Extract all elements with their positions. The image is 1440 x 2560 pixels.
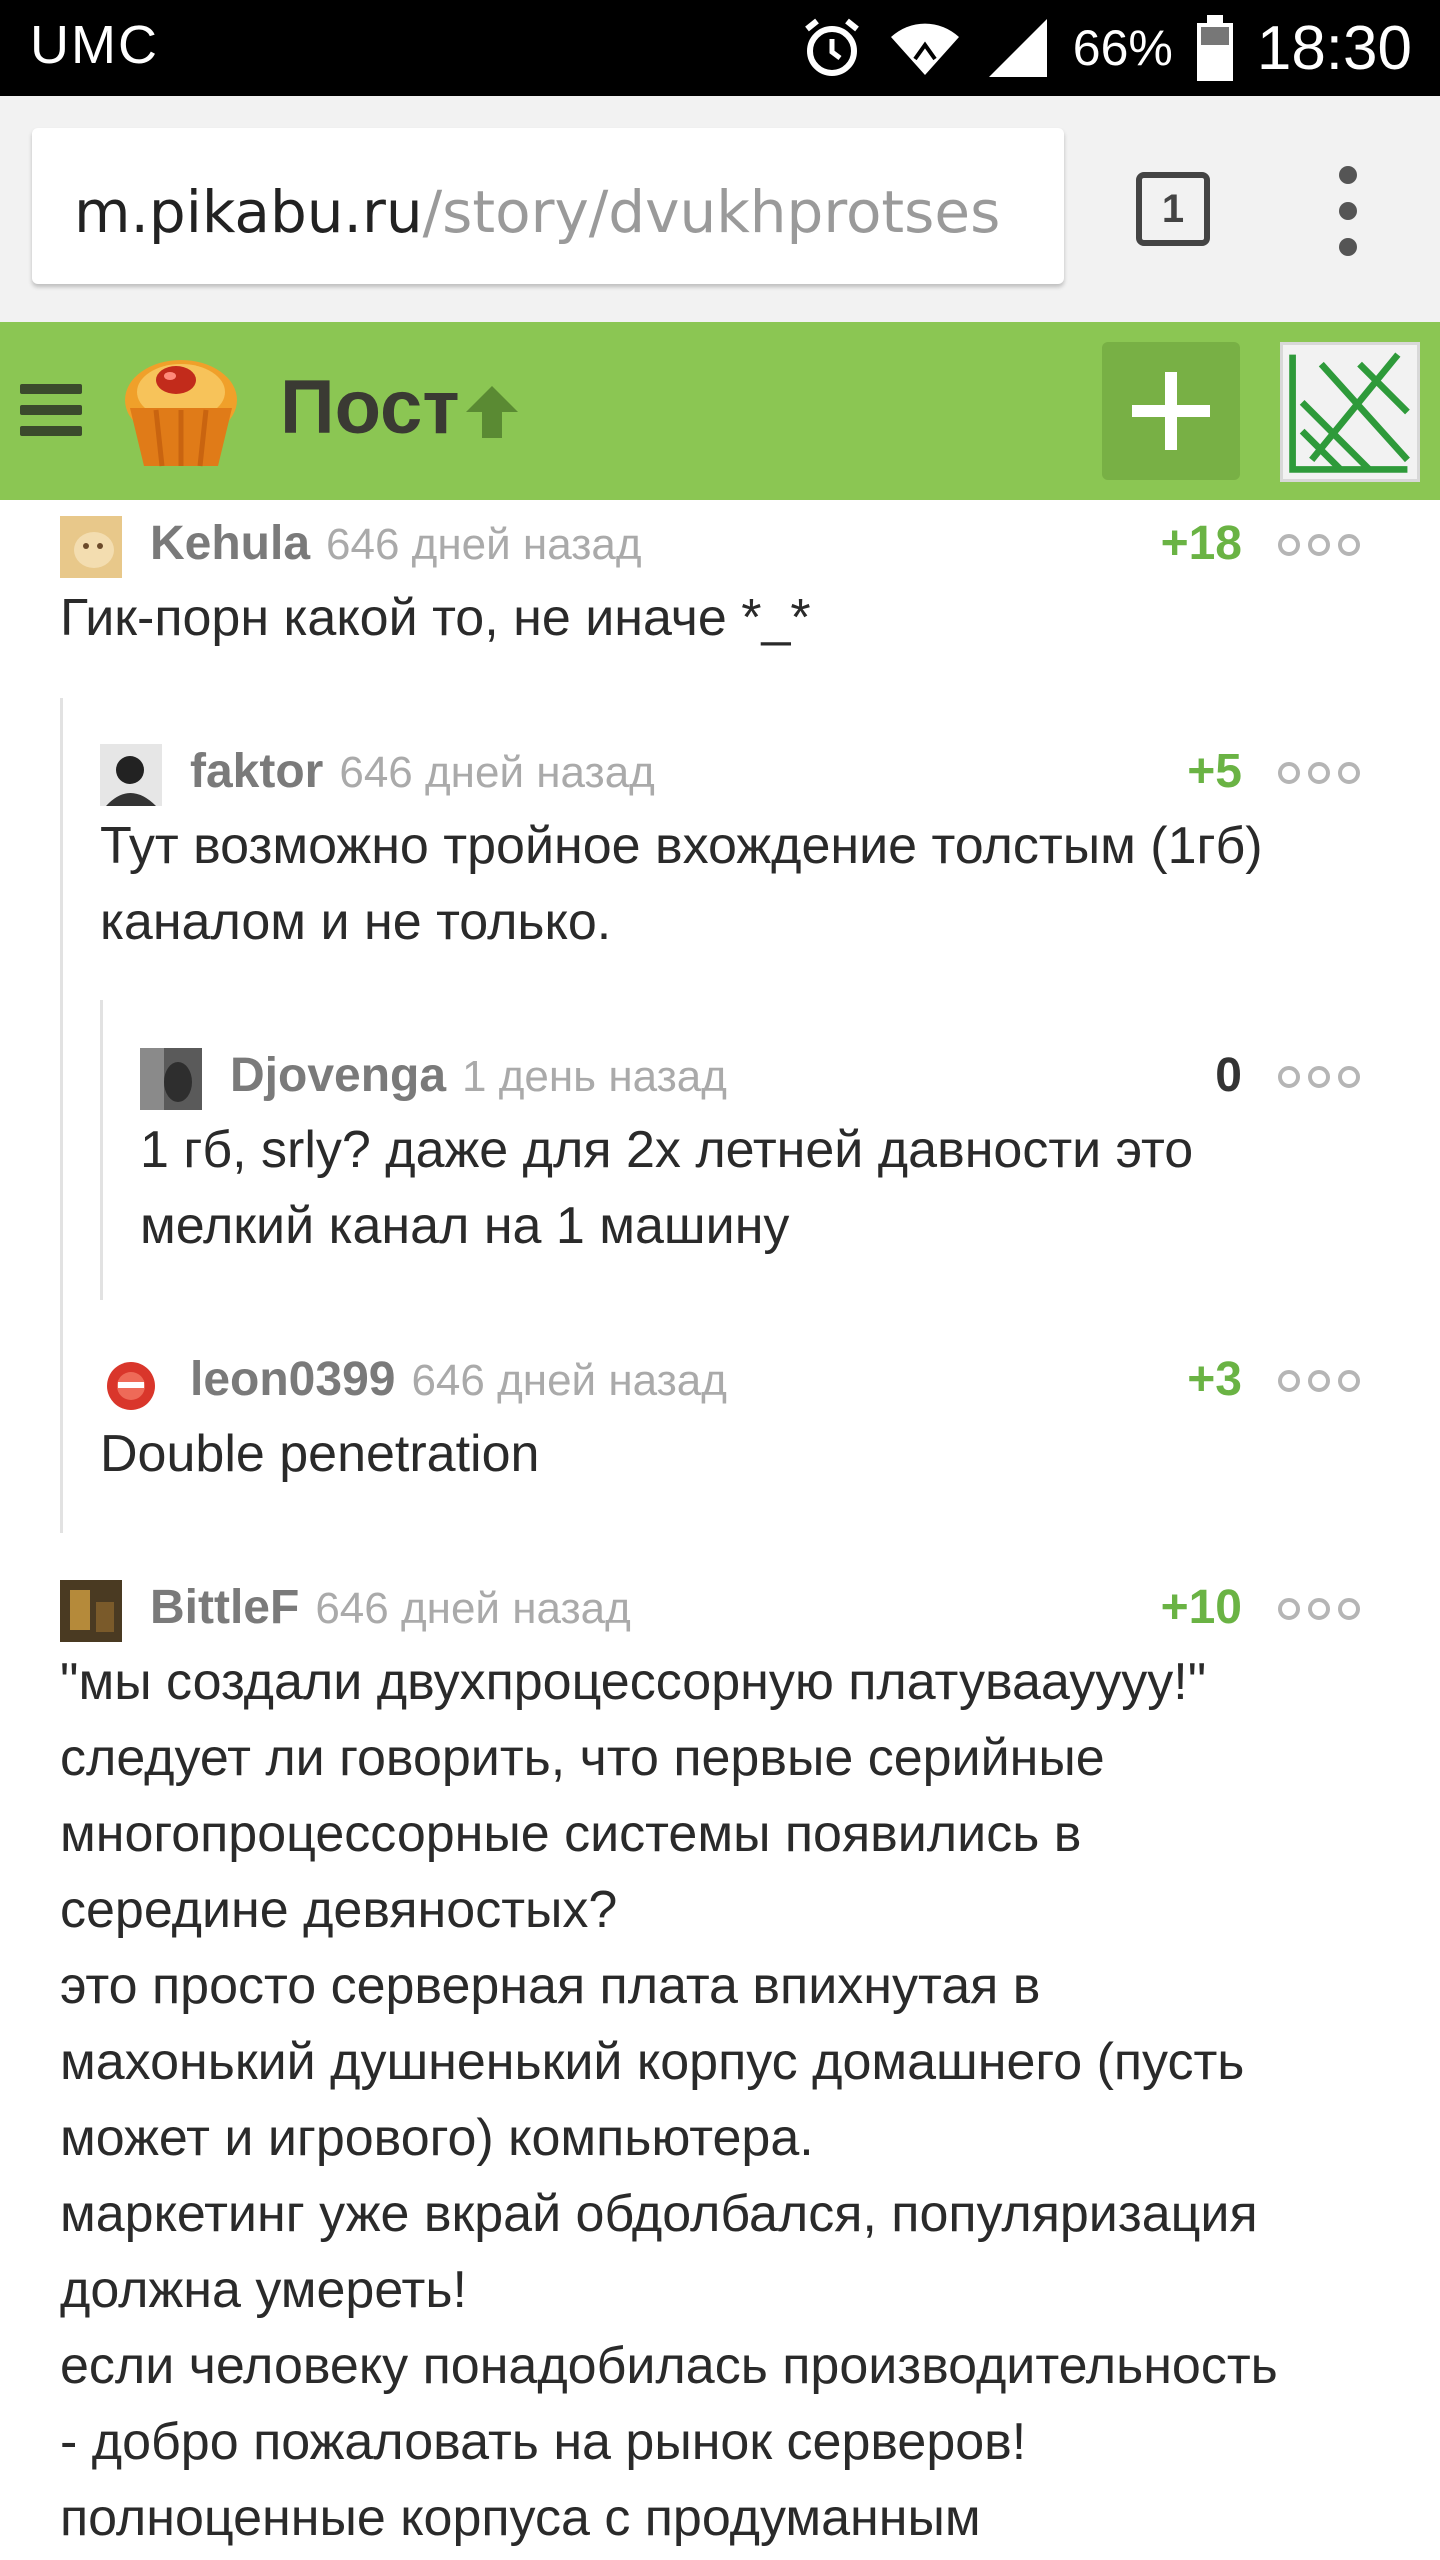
avatar[interactable] [100, 744, 162, 806]
browser-toolbar: m.pikabu.ru/story/dvukhprotses 1 [0, 96, 1440, 322]
status-bar: UMC 66% 18:30 [0, 0, 1440, 96]
comment: faktor 646 дней назад +5 Тут возможно тро… [100, 738, 1360, 960]
comment-time: 1 день назад [462, 1052, 727, 1101]
thread-line [60, 698, 63, 1533]
comment-menu-icon[interactable] [1278, 1598, 1360, 1620]
comment-author[interactable]: Kehula 646 дней назад [150, 516, 642, 571]
url-bar[interactable]: m.pikabu.ru/story/dvukhprotses [32, 128, 1064, 284]
user-avatar[interactable] [1280, 342, 1420, 482]
overflow-menu-icon[interactable] [1320, 166, 1376, 256]
tabs-button[interactable]: 1 [1136, 172, 1210, 246]
comment: leon0399 646 дней назад +3 Double penetra… [100, 1346, 1360, 1492]
comment-time: 646 дней назад [339, 748, 655, 797]
comment-score: +5 [1187, 745, 1242, 798]
hamburger-menu-icon[interactable] [20, 384, 82, 436]
comment-text: Double penetration [100, 1425, 540, 1483]
thread-line [100, 1000, 103, 1300]
plus-icon [1132, 372, 1210, 450]
status-icons: 66% 18:30 [799, 10, 1412, 86]
cupcake-logo-icon[interactable] [116, 346, 246, 476]
comment: Kehula 646 дней назад +18 Гик-порн какой … [60, 510, 1360, 656]
url-path: /story/dvukhprotses [422, 178, 1001, 246]
app-header: Пост [0, 322, 1440, 500]
comment: Djovenga 1 день назад 0 1 гб, srly? даже … [140, 1042, 1360, 1264]
url-text: m.pikabu.ru/story/dvukhprotses [74, 178, 1000, 246]
comment-menu-icon[interactable] [1278, 762, 1360, 784]
comment-menu-icon[interactable] [1278, 1370, 1360, 1392]
signal-icon [988, 19, 1047, 77]
comment-author[interactable]: faktor 646 дней назад [190, 744, 655, 799]
comment-score: +18 [1160, 517, 1242, 570]
comment-author[interactable]: leon0399 646 дней назад [190, 1352, 727, 1407]
comment-text: 1 гб, srly? даже для 2х летней давности … [140, 1121, 1194, 1255]
comment-author[interactable]: BittleF 646 дней назад [150, 1580, 631, 1635]
comment-score: 0 [1215, 1049, 1242, 1102]
comment-menu-icon[interactable] [1278, 534, 1360, 556]
comment-score: +10 [1160, 1581, 1242, 1634]
comment-author[interactable]: Djovenga 1 день назад [230, 1048, 727, 1103]
up-arrow-icon[interactable] [462, 382, 522, 442]
comment-text: Тут возможно тройное вхождение толстым (… [100, 817, 1263, 951]
url-domain: m.pikabu.ru [74, 178, 423, 246]
comment: BittleF 646 дней назад +10 "мы создали дв… [60, 1574, 1380, 2556]
battery-percent: 66% [1072, 20, 1173, 76]
avatar[interactable] [60, 1580, 122, 1642]
add-post-button[interactable] [1102, 342, 1240, 480]
avatar[interactable] [100, 1352, 162, 1414]
alarm-icon [804, 18, 859, 76]
comment-score: +3 [1187, 1353, 1242, 1406]
avatar[interactable] [60, 516, 122, 578]
battery-icon [1196, 15, 1233, 81]
carrier-label: UMC [30, 15, 159, 75]
page-title: Пост [280, 365, 460, 450]
comment-time: 646 дней назад [326, 520, 642, 569]
clock: 18:30 [1256, 13, 1412, 83]
comment-text: "мы создали двухпроцессорную платувааууу… [60, 1653, 1278, 2547]
comment-time: 646 дней назад [315, 1584, 631, 1633]
wifi-icon [890, 23, 959, 75]
comment-text: Гик-порн какой то, не иначе *_* [60, 589, 811, 647]
comment-time: 646 дней назад [411, 1356, 727, 1405]
avatar[interactable] [140, 1048, 202, 1110]
comment-menu-icon[interactable] [1278, 1066, 1360, 1088]
